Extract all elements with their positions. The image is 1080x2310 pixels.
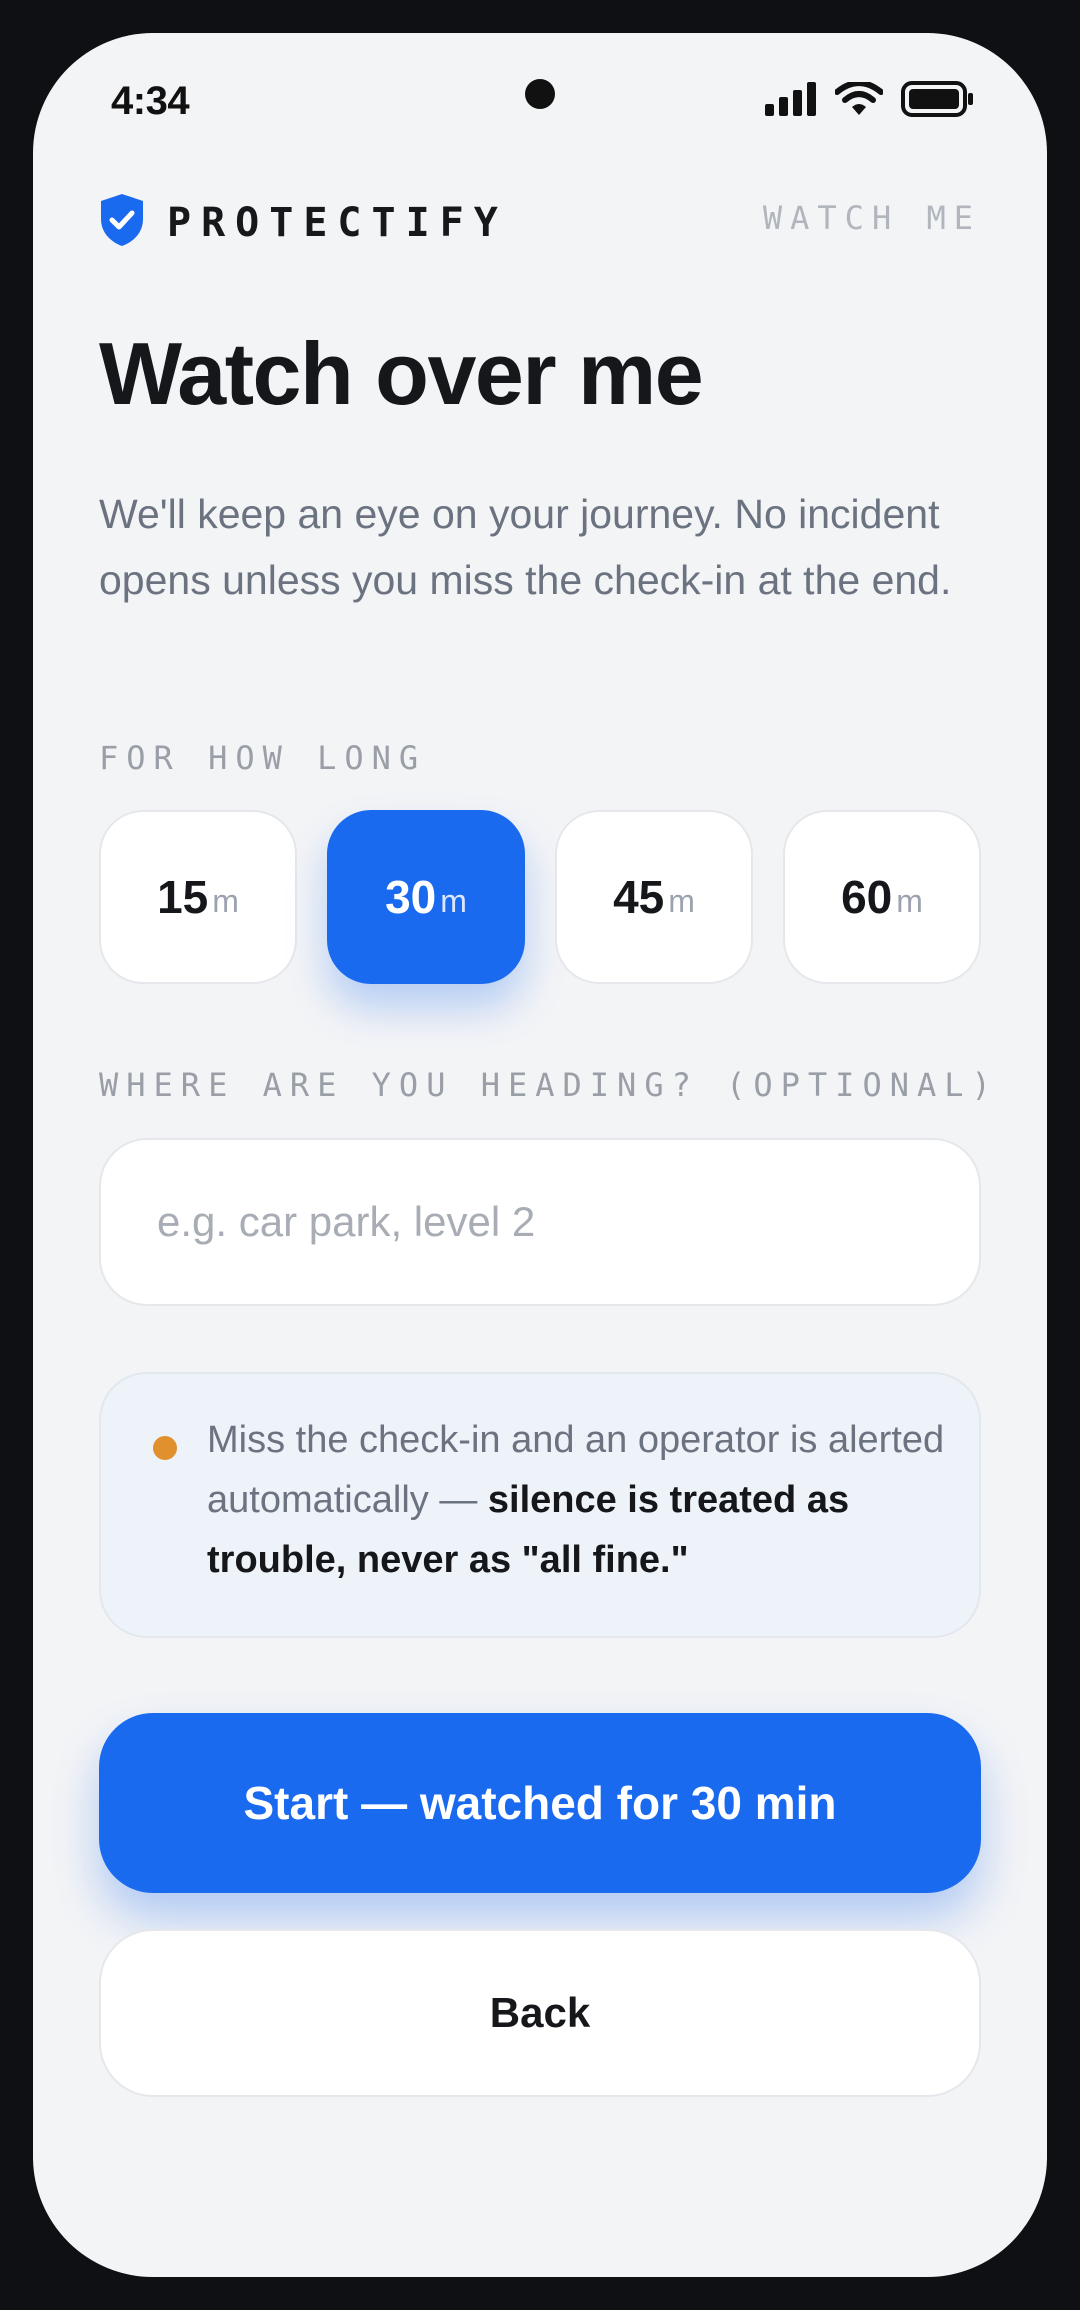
duration-value: 15 <box>157 871 209 923</box>
status-icons <box>765 79 975 122</box>
brand-name: PROTECTIFY <box>167 199 508 246</box>
status-time: 4:34 <box>111 79 190 123</box>
brand: PROTECTIFY <box>99 193 508 252</box>
check-in-notice: Miss the check-in and an operator is ale… <box>99 1372 981 1638</box>
duration-label: FOR HOW LONG <box>99 739 427 777</box>
duration-option-45[interactable]: 45 m <box>555 810 753 984</box>
page-title: Watch over me <box>99 324 704 423</box>
notice-text: Miss the check-in and an operator is ale… <box>207 1410 947 1590</box>
shield-check-icon <box>99 193 145 252</box>
start-button[interactable]: Start — watched for 30 min <box>99 1713 981 1893</box>
duration-value: 60 <box>841 871 893 923</box>
screen-tag: WATCH ME <box>762 199 981 237</box>
battery-icon <box>901 80 975 122</box>
destination-input[interactable] <box>99 1138 981 1306</box>
warning-dot-icon <box>153 1436 177 1460</box>
duration-option-30[interactable]: 30 m <box>327 810 525 984</box>
duration-unit: m <box>896 882 923 919</box>
duration-options: 15 m 30 m 45 m 60 m <box>99 810 981 984</box>
destination-label: WHERE ARE YOU HEADING? (OPTIONAL) <box>99 1066 999 1104</box>
back-button[interactable]: Back <box>99 1929 981 2097</box>
duration-option-60[interactable]: 60 m <box>783 810 981 984</box>
duration-option-15[interactable]: 15 m <box>99 810 297 984</box>
duration-unit: m <box>668 882 695 919</box>
duration-unit: m <box>212 882 239 919</box>
camera-cutout <box>525 79 555 109</box>
app-screen: 4:34 PROTECTIFY WATCH ME Watch over me W… <box>33 33 1047 2277</box>
duration-value: 30 <box>385 871 437 923</box>
duration-unit: m <box>440 882 467 919</box>
page-subtitle: We'll keep an eye on your journey. No in… <box>99 491 952 603</box>
duration-value: 45 <box>613 871 665 923</box>
wifi-icon <box>834 79 884 121</box>
signal-icon <box>765 81 817 121</box>
